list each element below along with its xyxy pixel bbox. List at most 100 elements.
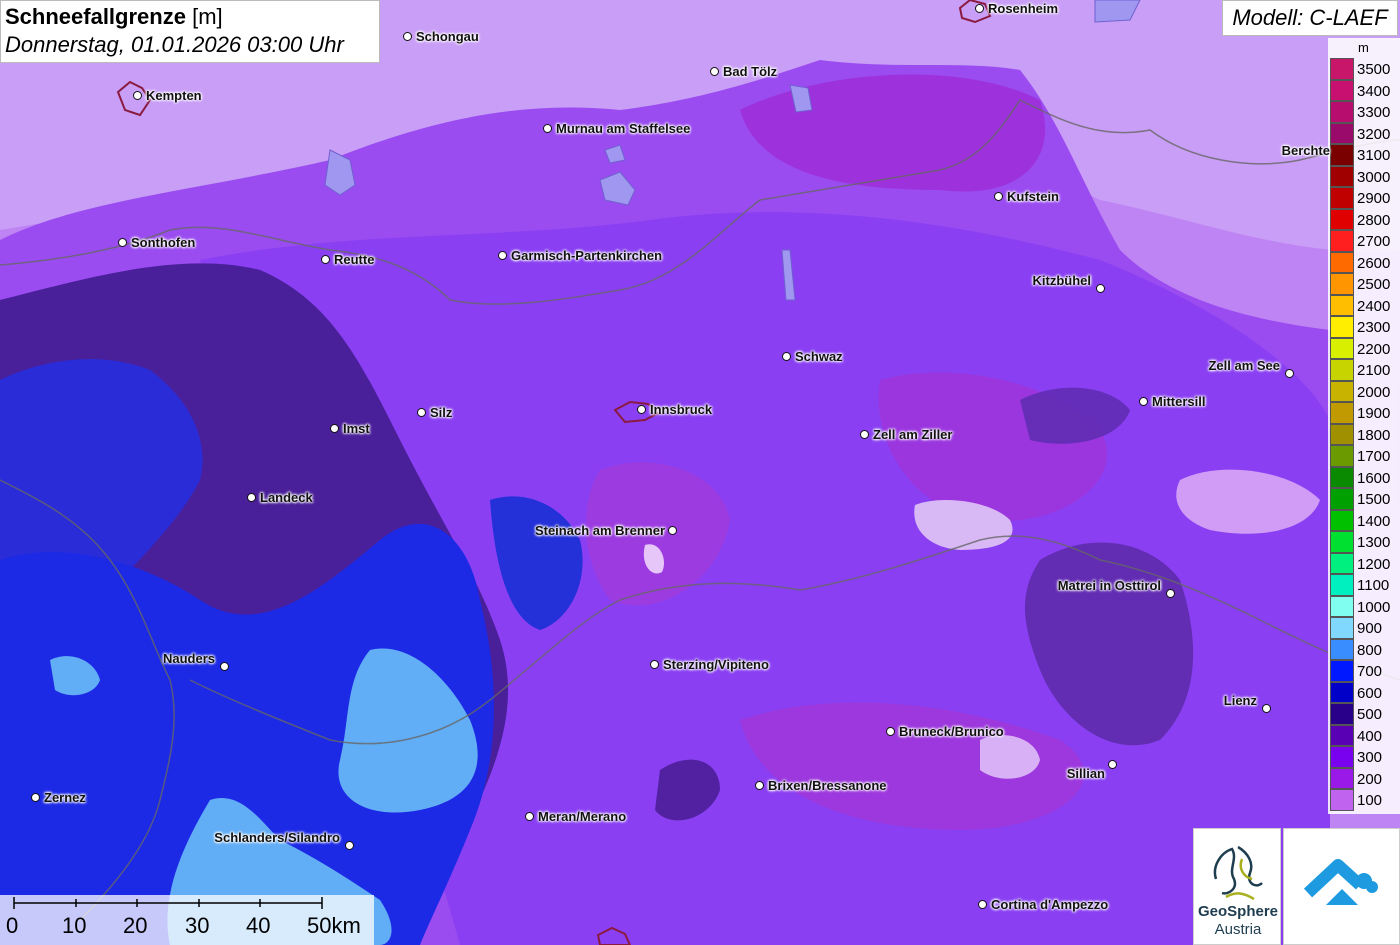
city-label[interactable]: Steinach am Brenner xyxy=(535,523,665,538)
city-marker[interactable] xyxy=(975,4,984,13)
city-label[interactable]: Silz xyxy=(430,405,452,420)
city-marker[interactable] xyxy=(637,405,646,414)
city-label[interactable]: Reutte xyxy=(334,252,374,267)
city-label[interactable]: Bruneck/Brunico xyxy=(899,724,1004,739)
legend-swatch xyxy=(1330,423,1354,445)
city-marker[interactable] xyxy=(330,424,339,433)
city-marker[interactable] xyxy=(118,238,127,247)
city-marker[interactable] xyxy=(133,91,142,100)
city-marker[interactable] xyxy=(1139,397,1148,406)
legend-entry: 2000 xyxy=(1330,380,1400,402)
legend-entry: 3200 xyxy=(1330,122,1400,144)
legend-entry: 1300 xyxy=(1330,531,1400,553)
city-label[interactable]: Kempten xyxy=(146,88,202,103)
city-marker[interactable] xyxy=(994,192,1003,201)
city-label[interactable]: Sterzing/Vipiteno xyxy=(663,657,769,672)
city-marker[interactable] xyxy=(860,430,869,439)
legend-swatch xyxy=(1330,294,1354,316)
snowfall-line-map[interactable] xyxy=(0,0,1400,945)
legend-label: 1700 xyxy=(1357,448,1391,465)
city-label[interactable]: Rosenheim xyxy=(988,1,1058,16)
legend-entry: 1000 xyxy=(1330,595,1400,617)
legend-swatch xyxy=(1330,531,1354,553)
city-marker[interactable] xyxy=(247,493,256,502)
city-label[interactable]: Brixen/Bressanone xyxy=(768,778,887,793)
city-label[interactable]: Nauders xyxy=(163,651,215,666)
city-marker[interactable] xyxy=(345,841,354,850)
legend-label: 400 xyxy=(1357,727,1383,745)
city-label[interactable]: Berchte xyxy=(1282,143,1330,158)
city-label[interactable]: Zell am See xyxy=(1208,358,1280,373)
city-label[interactable]: Schongau xyxy=(416,29,479,44)
city-label[interactable]: Murnau am Staffelsee xyxy=(556,121,690,136)
legend-entry: 2600 xyxy=(1330,251,1400,273)
legend-label: 600 xyxy=(1357,684,1383,702)
legend-entry: 3500 xyxy=(1330,58,1400,80)
city-label[interactable]: Mittersill xyxy=(1152,394,1205,409)
legend-entry: 1400 xyxy=(1330,509,1400,531)
city-marker[interactable] xyxy=(1108,760,1117,769)
city-label[interactable]: Meran/Merano xyxy=(538,809,626,824)
city-marker[interactable] xyxy=(403,32,412,41)
city-label[interactable]: Sillian xyxy=(1067,766,1105,781)
legend-entry: 2700 xyxy=(1330,230,1400,252)
legend-swatch xyxy=(1330,681,1354,703)
city-marker[interactable] xyxy=(543,124,552,133)
legend-label: 100 xyxy=(1357,792,1383,809)
legend-entry: 900 xyxy=(1330,617,1400,639)
city-marker[interactable] xyxy=(498,251,507,260)
city-marker[interactable] xyxy=(31,793,40,802)
city-label[interactable]: Matrei in Osttirol xyxy=(1058,578,1161,593)
city-label[interactable]: Innsbruck xyxy=(650,402,712,417)
legend-swatch xyxy=(1330,359,1354,381)
city-label[interactable]: Cortina d'Ampezzo xyxy=(991,897,1108,912)
city-label[interactable]: Zell am Ziller xyxy=(873,427,952,442)
city-label[interactable]: Schwaz xyxy=(795,349,843,364)
city-label[interactable]: Sonthofen xyxy=(131,235,195,250)
city-label[interactable]: Lienz xyxy=(1224,693,1257,708)
legend-label: 300 xyxy=(1357,749,1383,766)
city-marker[interactable] xyxy=(978,900,987,909)
geosphere-logo[interactable]: GeoSphere Austria xyxy=(1193,828,1281,945)
legend-label: 700 xyxy=(1357,663,1383,680)
warnwetter-logo[interactable] xyxy=(1283,828,1400,945)
legend-label: 1000 xyxy=(1357,598,1391,616)
legend-swatch xyxy=(1330,122,1354,144)
legend-label: 2500 xyxy=(1357,276,1391,293)
city-label[interactable]: Zernez xyxy=(44,790,86,805)
city-marker[interactable] xyxy=(525,812,534,821)
city-label[interactable]: Kufstein xyxy=(1007,189,1059,204)
legend-label: 1200 xyxy=(1357,555,1391,573)
city-label[interactable]: Landeck xyxy=(260,490,313,505)
legend-entry: 700 xyxy=(1330,660,1400,682)
legend-entry: 100 xyxy=(1330,789,1400,811)
city-marker[interactable] xyxy=(1262,704,1271,713)
legend-swatch xyxy=(1330,574,1354,596)
city-marker[interactable] xyxy=(710,67,719,76)
legend-entry: 1700 xyxy=(1330,445,1400,467)
city-marker[interactable] xyxy=(650,660,659,669)
city-marker[interactable] xyxy=(782,352,791,361)
city-label[interactable]: Kitzbühel xyxy=(1033,273,1092,288)
city-label[interactable]: Imst xyxy=(343,421,370,436)
legend-swatch xyxy=(1330,208,1354,230)
legend-entry: 200 xyxy=(1330,767,1400,789)
city-marker[interactable] xyxy=(1096,284,1105,293)
city-marker[interactable] xyxy=(755,781,764,790)
city-marker[interactable] xyxy=(886,727,895,736)
legend-swatch xyxy=(1330,445,1354,467)
legend-swatch xyxy=(1330,638,1354,660)
scale-label-30: 30 xyxy=(185,913,210,938)
legend-swatch xyxy=(1330,703,1354,725)
city-marker[interactable] xyxy=(321,255,330,264)
city-marker[interactable] xyxy=(668,526,677,535)
city-label[interactable]: Bad Tölz xyxy=(723,64,777,79)
city-marker[interactable] xyxy=(1285,369,1294,378)
legend-label: 2200 xyxy=(1357,340,1391,358)
city-label[interactable]: Garmisch-Partenkirchen xyxy=(511,248,662,263)
city-label[interactable]: Schlanders/Silandro xyxy=(214,830,340,845)
city-marker[interactable] xyxy=(417,408,426,417)
city-marker[interactable] xyxy=(220,662,229,671)
city-marker[interactable] xyxy=(1166,589,1175,598)
legend-swatch xyxy=(1330,767,1354,789)
